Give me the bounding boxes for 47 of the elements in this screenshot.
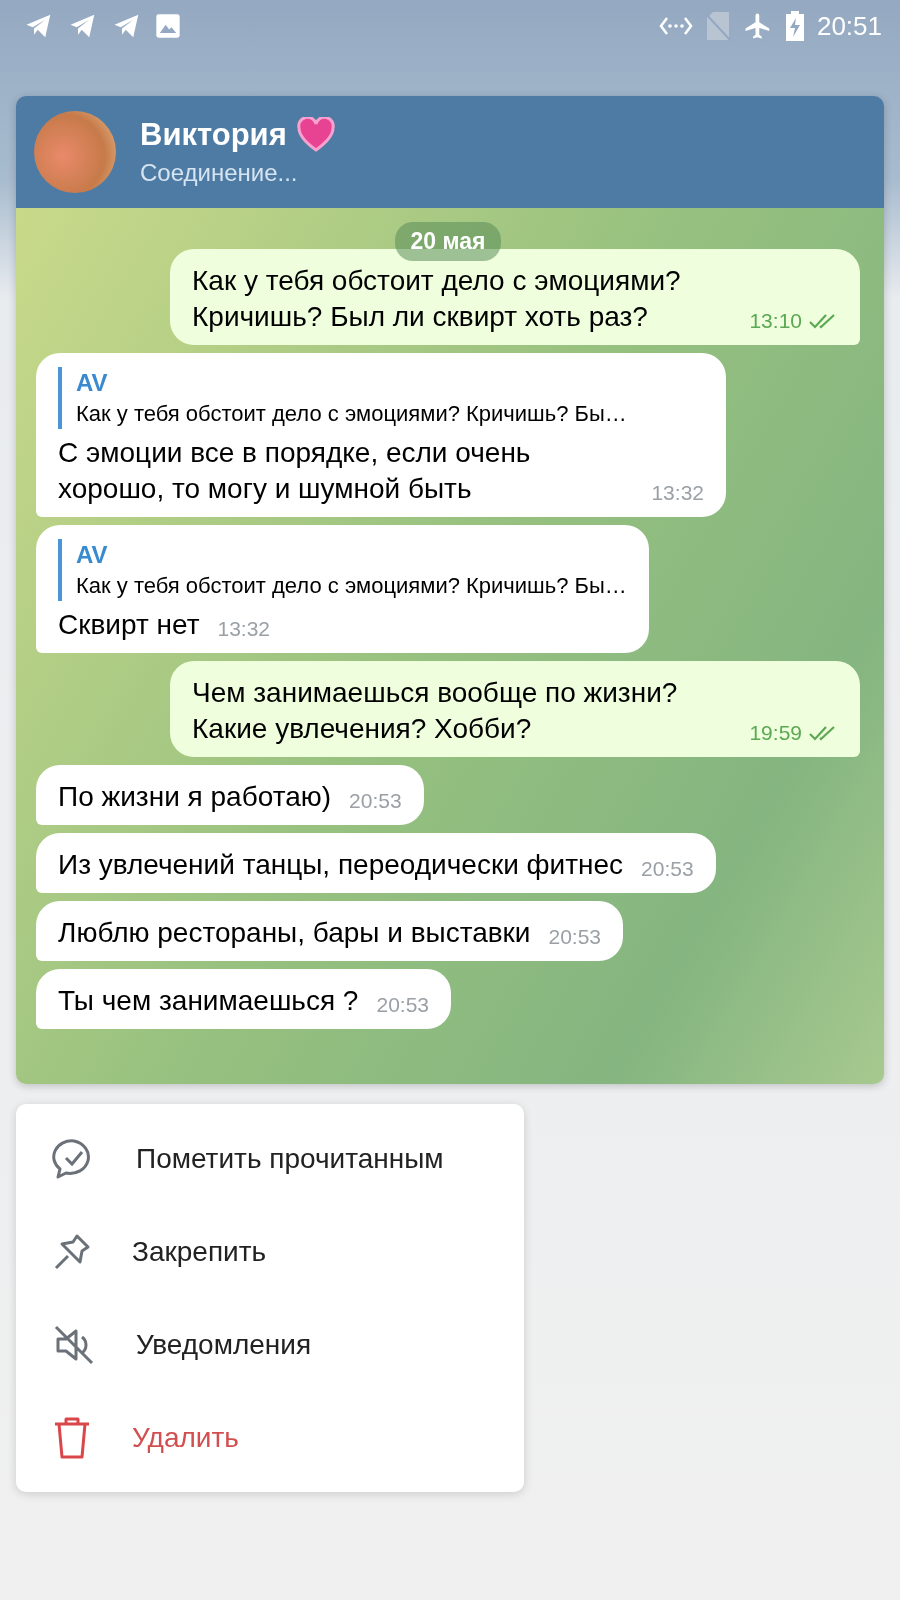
message-time: 20:53 — [376, 992, 429, 1018]
contact-name: Виктория — [140, 117, 287, 153]
menu-item-label: Уведомления — [136, 1328, 312, 1361]
reply-quote[interactable]: AV Как у тебя обстоит дело с эмоциями? Кричишь? Бы… — [58, 539, 627, 601]
message-bubble[interactable]: Люблю рестораны, бары и выставки 20:53 — [36, 901, 624, 961]
message-text: Из увлечений танцы, переодически фитнес — [58, 848, 624, 882]
reply-author: AV — [76, 368, 109, 398]
message-time: 20:53 — [349, 788, 402, 814]
menu-item-label: Закрепить — [132, 1235, 267, 1268]
message-time: 13:32 — [651, 480, 704, 506]
message-text: Сквирт нет — [58, 608, 200, 642]
image-icon — [154, 12, 182, 40]
message-text: Чем занимаешься вообще по жизни? Какие увлечения? Хобби? — [192, 676, 679, 746]
menu-item[interactable]: Пометить прочитанным — [16, 1112, 524, 1205]
reply-quote[interactable]: AV Как у тебя обстоит дело с эмоциями? Кричишь? Бы… — [58, 367, 704, 429]
trash-icon — [52, 1415, 92, 1460]
message-bubble[interactable]: По жизни я работаю) 20:53 — [36, 765, 424, 825]
battery-charging-icon — [784, 10, 805, 42]
message-text: Люблю рестораны, бары и выставки — [58, 916, 531, 950]
menu-item[interactable]: Удалить — [16, 1391, 524, 1484]
message-bubble[interactable]: Ты чем занимаешься ? 20:53 — [36, 969, 451, 1029]
reply-text: Как у тебя обстоит дело с эмоциями? Кричишь? Бы… — [76, 400, 628, 428]
menu-item-label: Удалить — [132, 1421, 239, 1454]
message-bubble[interactable]: AV Как у тебя обстоит дело с эмоциями? Кричишь? Бы… С эмоции все в порядке, если очень хорошо, то могу и шумной быть 13:32 — [36, 353, 726, 517]
message-text: С эмоции все в порядке, если очень хорошо, то могу и шумной быть — [58, 436, 532, 506]
connection-status: Соединение... — [140, 159, 299, 187]
message-time: 20:53 — [548, 924, 602, 950]
clock-time: 20:51 — [816, 10, 882, 42]
menu-item[interactable]: Уведомления — [16, 1298, 524, 1391]
menu-item[interactable]: Закрепить — [16, 1205, 524, 1298]
reply-text: Как у тебя обстоит дело с эмоциями? Кричишь? Бы… — [76, 572, 627, 600]
message-bubble[interactable]: Как у тебя обстоит дело с эмоциями? Кричишь? Был ли сквирт хоть раз? 13:10 — [170, 249, 860, 345]
message-text: Как у тебя обстоит дело с эмоциями? Кричишь? Был ли сквирт хоть раз? — [192, 264, 682, 334]
message-bubble[interactable]: Из увлечений танцы, переодически фитнес 20:53 — [36, 833, 716, 893]
reply-author: AV — [76, 540, 109, 570]
heart-icon — [296, 117, 335, 153]
no-sim-icon — [704, 11, 731, 41]
data-transfer-icon — [658, 15, 693, 37]
message-text: По жизни я работаю) — [58, 780, 332, 814]
message-bubble[interactable]: AV Как у тебя обстоит дело с эмоциями? Кричишь? Бы… Сквирт нет 13:32 — [36, 525, 649, 653]
message-time: 13:32 — [217, 616, 271, 642]
menu-item-label: Пометить прочитанным — [136, 1142, 444, 1175]
message-time: 13:10 — [749, 308, 802, 334]
message-text: Ты чем занимаешься ? — [58, 984, 359, 1018]
message-bubble[interactable]: Чем занимаешься вообще по жизни? Какие увлечения? Хобби? 19:59 — [170, 661, 860, 757]
message-time: 20:53 — [641, 856, 694, 882]
message-time: 19:59 — [749, 720, 802, 746]
